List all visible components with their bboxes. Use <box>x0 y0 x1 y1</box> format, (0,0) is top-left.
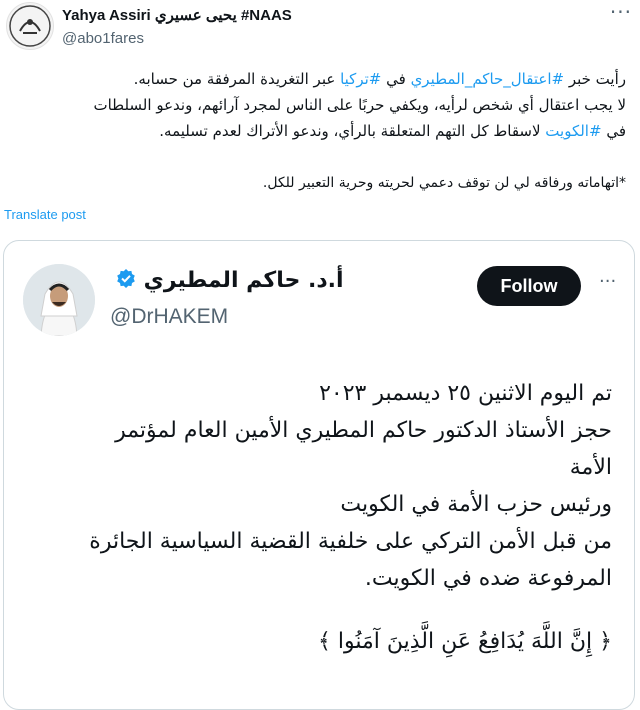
quoted-verse: ﴿ إِنَّ اللَّهَ يُدَافِعُ عَنِ الَّذِينَ… <box>317 629 612 654</box>
quoted-post-card[interactable]: أ.د. حاكم المطيري @DrHAKEM Follow ··· تم… <box>3 240 635 710</box>
tweet-line: رأيت خبر #اعتقال_حاكم_المطيري في #تركيا … <box>6 66 626 92</box>
author-name[interactable]: Yahya Assiri يحيى عسيري #NAAS <box>62 6 292 24</box>
quoted-line: حجز الأستاذ الدكتور حاكم المطيري الأمين … <box>115 418 612 443</box>
verified-badge-icon <box>116 268 136 294</box>
quoted-line: المرفوعة ضده في الكويت. <box>364 566 612 591</box>
quoted-post-text: تم اليوم الاثنين ٢٥ ديسمبر ٢٠٢٣ حجز الأس… <box>22 375 612 660</box>
tweet-text-segment: عبر التغريدة المرفقة من حسابه. <box>133 70 341 88</box>
tweet-text-segment: رأيت خبر <box>564 70 626 88</box>
author-logo-icon <box>9 5 51 47</box>
hashtag-link[interactable]: #اعتقال_حاكم_المطيري <box>411 70 565 88</box>
author-handle[interactable]: @abo1fares <box>62 30 144 47</box>
tweet-text-segment: في <box>601 122 626 140</box>
hashtag-link[interactable]: #تركيا <box>340 70 381 88</box>
hashtag-link[interactable]: #الكويت <box>545 122 601 140</box>
tweet-footnote: *اتهاماته ورفاقه لي لن توقف دعمي لحريته … <box>262 175 626 191</box>
author-avatar[interactable] <box>6 2 54 50</box>
quoted-line: ورئيس حزب الأمة في الكويت <box>340 492 612 517</box>
quoted-author-name-row[interactable]: أ.د. حاكم المطيري <box>110 268 344 294</box>
quoted-line: من قبل الأمن التركي على خلفية القضية الس… <box>89 529 612 554</box>
tweet-text-segment: في <box>381 70 411 88</box>
tweet-line: في #الكويت لاسقاط كل التهم المتعلقة بالر… <box>6 118 626 144</box>
translate-post-link[interactable]: Translate post <box>4 207 86 222</box>
quoted-author-avatar[interactable] <box>23 264 95 336</box>
quoted-author-name[interactable]: أ.د. حاكم المطيري <box>144 268 344 293</box>
tweet-line: لا يجب اعتقال أي شخص لرأيه، ويكفي حربًا … <box>6 92 626 118</box>
quoted-author-handle[interactable]: @DrHAKEM <box>110 305 228 329</box>
quoted-line: الأمة <box>569 455 612 480</box>
tweet-text: رأيت خبر #اعتقال_حاكم_المطيري في #تركيا … <box>6 66 626 196</box>
quoted-more-options-icon[interactable]: ··· <box>599 271 616 292</box>
quoted-line: تم اليوم الاثنين ٢٥ ديسمبر ٢٠٢٣ <box>319 381 612 406</box>
follow-button[interactable]: Follow <box>477 266 581 306</box>
more-options-icon[interactable]: ··· <box>610 0 632 24</box>
tweet-text-segment: لاسقاط كل التهم المتعلقة بالرأي، وندعو ا… <box>159 122 546 140</box>
tweet-text-segment: لا يجب اعتقال أي شخص لرأيه، ويكفي حربًا … <box>93 96 626 114</box>
person-photo-icon <box>23 264 95 336</box>
